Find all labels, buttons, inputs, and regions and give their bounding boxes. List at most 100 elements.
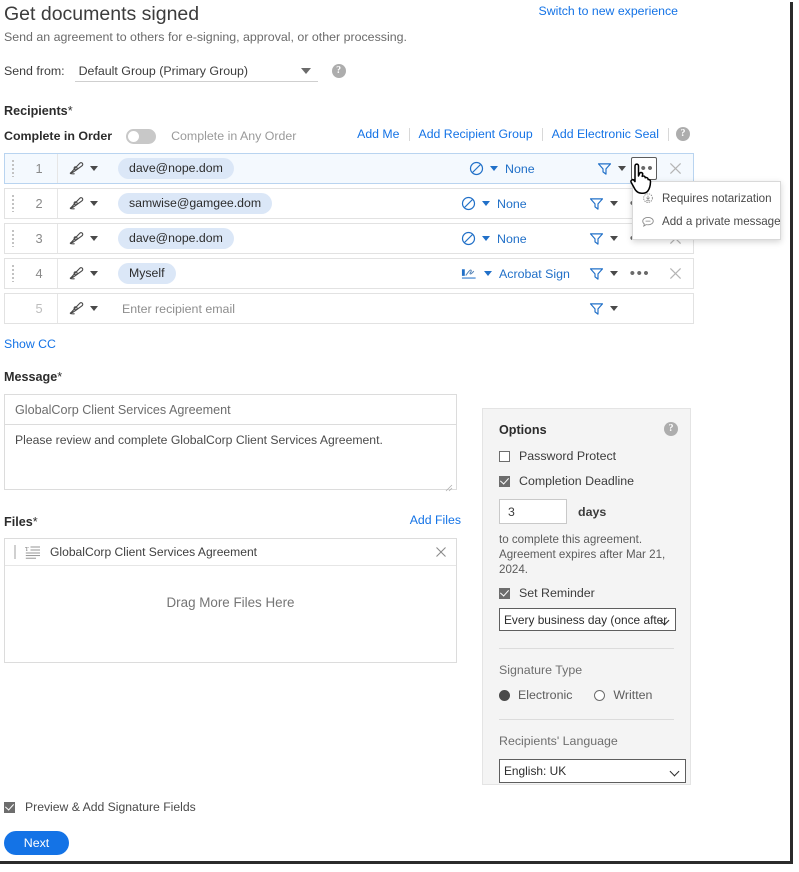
options-panel: Options ? Password Protect Completion De…	[482, 408, 691, 785]
switch-to-new-experience-link[interactable]: Switch to new experience	[539, 4, 678, 18]
preview-signature-fields-label: Preview & Add Signature Fields	[25, 800, 196, 814]
recipient-email-input[interactable]: Enter recipient email	[118, 302, 235, 316]
recipient-email-chip[interactable]: dave@nope.dom	[118, 158, 234, 179]
funnel-icon	[589, 267, 603, 280]
file-name: GlobalCorp Client Services Agreement	[50, 545, 258, 559]
authentication-selector[interactable]: None	[461, 196, 583, 211]
email-cell[interactable]: samwise@gamgee.dom	[114, 193, 461, 214]
drag-handle-icon[interactable]	[14, 545, 16, 559]
role-selector[interactable]	[58, 266, 114, 281]
remove-recipient-button[interactable]	[657, 267, 693, 280]
next-button[interactable]: Next	[4, 831, 69, 855]
message-fields: Please review and complete GlobalCorp Cl…	[4, 394, 457, 495]
complete-order-toggle[interactable]	[126, 128, 157, 144]
page-subtitle: Send an agreement to others for e-signin…	[4, 30, 407, 44]
chevron-down-icon	[609, 201, 618, 206]
drag-handle-icon[interactable]	[5, 195, 21, 212]
role-selector[interactable]	[58, 196, 114, 211]
recipient-filter-button[interactable]	[583, 232, 623, 246]
authentication-selector[interactable]: Acrobat Sign	[461, 266, 583, 281]
options-help-icon[interactable]: ?	[664, 422, 678, 436]
show-cc-link[interactable]: Show CC	[4, 337, 56, 351]
row-number: 5	[35, 301, 43, 316]
checkbox-box	[499, 450, 510, 462]
chevron-down-icon	[609, 236, 618, 241]
completion-deadline-checkbox[interactable]: Completion Deadline	[499, 474, 674, 488]
chevron-down-icon	[482, 236, 490, 241]
authentication-selector[interactable]: None	[469, 161, 591, 176]
role-selector[interactable]	[58, 301, 114, 316]
drag-handle-icon[interactable]	[5, 265, 21, 282]
more-options-icon: •••	[629, 264, 651, 282]
radio-box	[499, 689, 510, 701]
drag-handle-icon[interactable]	[5, 160, 21, 177]
role-selector[interactable]	[58, 231, 114, 246]
remove-file-button[interactable]	[435, 546, 447, 558]
recipient-filter-button[interactable]	[591, 162, 631, 176]
menu-item-label: Requires notarization	[662, 192, 772, 205]
chevron-down-icon	[90, 201, 98, 206]
no-auth-icon	[461, 196, 476, 211]
authentication-selector[interactable]: None	[461, 231, 583, 246]
add-electronic-seal-link[interactable]: Add Electronic Seal	[543, 127, 668, 141]
add-recipient-group-link[interactable]: Add Recipient Group	[410, 127, 542, 141]
message-body-textarea[interactable]: Please review and complete GlobalCorp Cl…	[4, 425, 457, 490]
table-row[interactable]: 3 dave@nope.dom None	[4, 223, 694, 254]
recipients-language-select[interactable]: English: UK	[499, 759, 686, 783]
radio-box	[594, 689, 606, 701]
email-cell[interactable]: Myself	[114, 263, 461, 284]
list-item[interactable]: T GlobalCorp Client Services Agreement	[5, 539, 456, 566]
options-title: Options	[499, 423, 547, 437]
recipient-options-menu: Requires notarization Add a private mess…	[632, 181, 781, 240]
help-icon[interactable]: ?	[331, 64, 346, 78]
table-row[interactable]: 1 dave@nope.dom None •••	[4, 153, 694, 184]
set-reminder-checkbox[interactable]: Set Reminder	[499, 586, 674, 600]
toggle-knob	[128, 130, 140, 142]
deadline-note-line1: to complete this agreement.	[499, 533, 643, 546]
signature-type-electronic[interactable]: Electronic	[499, 688, 572, 702]
deadline-days-input[interactable]	[499, 499, 567, 524]
remove-recipient-button[interactable]	[657, 162, 693, 175]
files-header: Files* Add Files	[4, 513, 461, 531]
password-protect-checkbox[interactable]: Password Protect	[499, 449, 674, 463]
table-row[interactable]: 4 Myself Acrobat Sign •••	[4, 258, 694, 289]
recipient-filter-button[interactable]	[583, 302, 623, 316]
drag-handle-icon[interactable]	[5, 230, 21, 247]
chevron-down-icon	[90, 236, 98, 241]
deadline-days-row: days	[499, 499, 674, 524]
role-selector[interactable]	[58, 161, 114, 176]
row-more-options-button[interactable]: •••	[631, 157, 657, 180]
email-cell[interactable]: Enter recipient email	[114, 302, 461, 316]
add-files-link[interactable]: Add Files	[410, 513, 461, 527]
acrobat-sign-icon	[461, 269, 476, 279]
signature-type-written[interactable]: Written	[594, 688, 652, 702]
row-more-options-button[interactable]: •••	[623, 264, 657, 282]
complete-order-row: Complete in Order Complete in Any Order …	[4, 127, 790, 145]
recipient-email-chip[interactable]: dave@nope.dom	[118, 228, 234, 249]
table-row[interactable]: 2 samwise@gamgee.dom None	[4, 188, 694, 219]
chevron-down-icon	[482, 201, 490, 206]
recipient-email-chip[interactable]: samwise@gamgee.dom	[118, 193, 273, 214]
signature-pen-icon	[69, 162, 84, 175]
resize-handle-icon[interactable]	[445, 484, 453, 492]
chat-bubble-icon	[641, 215, 655, 229]
message-subject-input[interactable]	[4, 394, 457, 425]
notary-seal-icon	[641, 192, 655, 206]
menu-item-requires-notarization[interactable]: Requires notarization	[633, 187, 780, 210]
send-from-select[interactable]: Default Group (Primary Group)	[74, 60, 318, 82]
menu-item-add-private-message[interactable]: Add a private message	[633, 210, 781, 233]
recipient-filter-button[interactable]	[583, 197, 623, 211]
recipients-help-icon[interactable]: ?	[676, 127, 690, 141]
email-cell[interactable]: dave@nope.dom	[114, 158, 469, 179]
email-cell[interactable]: dave@nope.dom	[114, 228, 461, 249]
preview-signature-fields-checkbox[interactable]: Preview & Add Signature Fields	[4, 800, 196, 814]
reminder-frequency-select[interactable]: Every business day (once after	[499, 608, 676, 631]
table-row[interactable]: 5 Enter recipient email	[4, 293, 694, 324]
complete-any-order-label: Complete in Any Order	[171, 129, 297, 143]
add-me-link[interactable]: Add Me	[357, 127, 408, 141]
funnel-icon	[589, 302, 603, 315]
recipient-email-chip[interactable]: Myself	[118, 263, 176, 284]
file-drop-zone[interactable]: Drag More Files Here	[5, 566, 456, 662]
close-icon	[669, 162, 681, 175]
recipient-filter-button[interactable]	[583, 267, 623, 281]
